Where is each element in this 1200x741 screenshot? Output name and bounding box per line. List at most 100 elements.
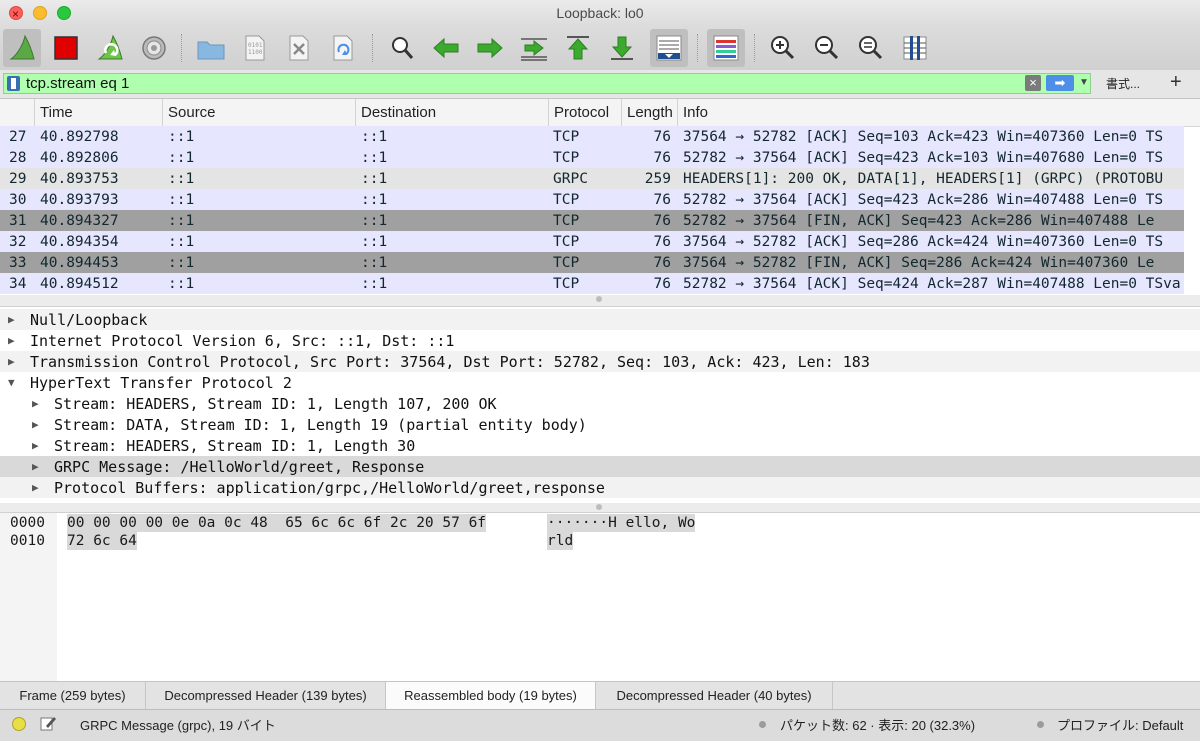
zoom-out-icon [815,36,839,60]
expand-arrow-right-icon[interactable]: ▶ [32,435,39,457]
stop-capture-button[interactable] [47,29,85,67]
expand-arrow-right-icon[interactable]: ▶ [8,309,15,331]
tree-item[interactable]: ▶ Internet Protocol Version 6, Src: ::1, … [0,330,1200,351]
column-header-length[interactable]: Length [621,99,677,126]
tree-item[interactable]: ▶ Transmission Control Protocol, Src Port… [0,351,1200,372]
tree-item[interactable]: ▶ Stream: HEADERS, Stream ID: 1, Length 3… [0,435,1200,456]
apply-filter-button[interactable]: ➡ [1046,75,1074,91]
zoom-out-button[interactable] [808,29,846,67]
clear-filter-icon[interactable]: × [1025,75,1041,91]
tree-item-label: Null/Loopback [30,311,148,329]
save-file-button[interactable]: 0101 1100 [236,29,274,67]
zoom-in-button[interactable] [764,29,802,67]
close-file-button[interactable] [280,29,318,67]
packet-cell-proto: GRPC [553,171,588,187]
packet-cell-dst: ::1 [361,192,388,208]
byte-hex[interactable]: 72 6c 64 [67,532,137,550]
last-packet-button[interactable] [603,29,641,67]
restart-capture-button[interactable] [91,29,129,67]
packet-count-status[interactable]: パケット数: 62 · 表示: 20 (32.3%) [780,710,975,741]
column-header-protocol[interactable]: Protocol [548,99,621,126]
byte-offset: 0010 [10,533,45,549]
start-capture-button[interactable] [3,29,41,67]
profile-status[interactable]: プロファイル: Default [1057,710,1183,741]
packet-cell-len: 259 [644,171,671,187]
packet-row[interactable]: 27 40.892798::1::1 TCP 76 37564 → 52782 [ACK… [0,126,1184,147]
go-to-packet-button[interactable] [515,29,553,67]
minimize-window-button[interactable] [33,6,47,20]
expand-arrow-right-icon[interactable]: ▶ [32,477,39,499]
close-window-button[interactable] [9,1,23,28]
expand-arrow-down-icon[interactable]: ▼ [8,372,15,394]
tab-reassembled-body[interactable]: Reassembled body (19 bytes) [386,682,596,709]
packet-cell-src: ::1 [168,150,195,166]
packet-row[interactable]: 34 40.894512::1::1 TCP 76 52782 → 37564 [ACK… [0,273,1184,294]
packet-cell-info: 37564 → 52782 [FIN, ACK] Seq=286 Ack=424… [683,255,1155,271]
tree-item[interactable]: ▶ GRPC Message: /HelloWorld/greet, Respon… [0,456,1200,477]
bookmark-icon[interactable] [7,76,20,91]
tree-item[interactable]: ▶ Protocol Buffers: application/grpc,/Hel… [0,477,1200,498]
expand-arrow-right-icon[interactable]: ▶ [32,414,39,436]
byte-hex[interactable]: 00 00 00 00 0e 0a 0c 48 65 6c 6c 6f 2c 2… [67,514,487,532]
column-header-source[interactable]: Source [162,99,355,126]
packet-cell-info: 52782 → 37564 [ACK] Seq=423 Ack=103 Win=… [683,150,1164,166]
packet-cell-src: ::1 [168,255,195,271]
packet-row[interactable]: 32 40.894354::1::1 TCP 76 37564 → 52782 [ACK… [0,231,1184,252]
expert-info-led-icon[interactable] [12,717,26,731]
pane-splitter[interactable] [0,503,1200,511]
byte-ascii[interactable]: ·······H ello, Wo [547,514,696,532]
svg-text:0101: 0101 [248,42,263,49]
expand-arrow-right-icon[interactable]: ▶ [32,456,39,478]
go-back-button[interactable] [427,29,465,67]
packet-cell-dst: ::1 [361,129,388,145]
open-file-button[interactable] [192,29,230,67]
capture-comment-icon[interactable] [40,715,56,731]
toolbar-separator [754,34,755,62]
chevron-down-icon[interactable]: ▼ [1078,75,1090,91]
expand-arrow-right-icon[interactable]: ▶ [8,351,15,373]
go-forward-button[interactable] [471,29,509,67]
tree-item[interactable]: ▶ Stream: DATA, Stream ID: 1, Length 19 (… [0,414,1200,435]
packet-cell-len: 76 [653,213,671,229]
resize-columns-button[interactable] [896,29,934,67]
byte-ascii[interactable]: rld [547,532,574,550]
tree-item[interactable]: ▼ HyperText Transfer Protocol 2 [0,372,1200,393]
pane-splitter[interactable] [0,295,1200,303]
capture-options-button[interactable] [135,29,173,67]
column-header-destination[interactable]: Destination [355,99,548,126]
splitter-handle[interactable] [596,296,602,302]
autoscroll-button[interactable] [650,29,688,67]
tab-decompressed-header-40[interactable]: Decompressed Header (40 bytes) [596,682,833,709]
reload-file-button[interactable] [324,29,362,67]
expand-arrow-right-icon[interactable]: ▶ [32,393,39,415]
column-header-no[interactable] [0,99,34,126]
expand-arrow-right-icon[interactable]: ▶ [8,330,15,352]
splitter-handle[interactable] [596,504,602,510]
filter-expression-button[interactable]: 書式... [1106,75,1140,92]
first-packet-button[interactable] [559,29,597,67]
packet-cell-time: 40.892806 [40,150,119,166]
packet-row[interactable]: 30 40.893793::1::1 TCP 76 52782 → 37564 [ACK… [0,189,1184,210]
tab-decompressed-header-139[interactable]: Decompressed Header (139 bytes) [146,682,386,709]
tree-item[interactable]: ▶ Null/Loopback [0,309,1200,330]
packet-cell-dst: ::1 [361,276,388,292]
column-header-info[interactable]: Info [677,99,1200,126]
tree-item-label: Stream: HEADERS, Stream ID: 1, Length 30 [54,437,416,455]
tree-item[interactable]: ▶ Stream: HEADERS, Stream ID: 1, Length 1… [0,393,1200,414]
packet-row[interactable]: 28 40.892806::1::1 TCP 76 52782 → 37564 [ACK… [0,147,1184,168]
packet-cell-time: 40.893753 [40,171,119,187]
packet-row[interactable]: 31 40.894327::1::1 TCP 76 52782 → 37564 [FIN… [0,210,1184,231]
packet-cell-len: 76 [653,192,671,208]
find-packet-button[interactable] [383,29,421,67]
add-filter-button[interactable]: + [1170,71,1182,94]
zoom-window-button[interactable] [57,6,71,20]
colorize-button[interactable] [707,29,745,67]
packet-row[interactable]: 33 40.894453::1::1 TCP 76 37564 → 52782 [FIN… [0,252,1184,273]
folder-icon [197,41,225,60]
tab-frame[interactable]: Frame (259 bytes) [0,682,146,709]
packet-cell-len: 76 [653,255,671,271]
display-filter-input[interactable] [26,74,1016,93]
packet-row[interactable]: 29 40.893753::1::1 GRPC 259 HEADERS[1]: 200 … [0,168,1184,189]
zoom-reset-button[interactable] [852,29,890,67]
column-header-time[interactable]: Time [34,99,162,126]
